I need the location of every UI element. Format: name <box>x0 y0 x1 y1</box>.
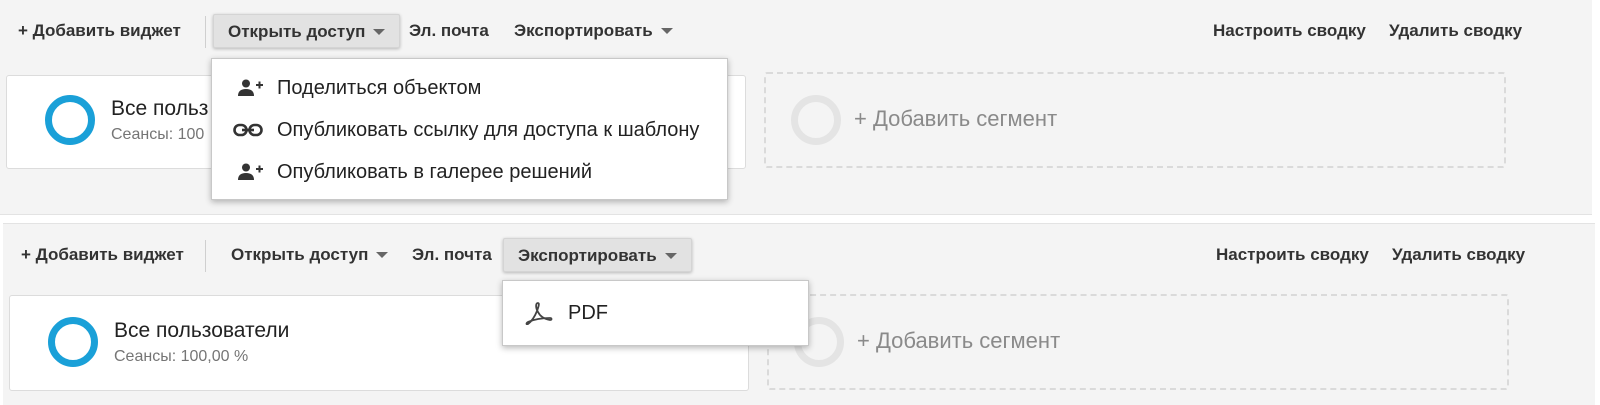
menu-item-label: Поделиться объектом <box>277 77 482 99</box>
email-button[interactable]: Эл. почта <box>398 238 506 272</box>
add-widget-button[interactable]: + Добавить виджет <box>4 14 195 48</box>
add-segment-label: + Добавить сегмент <box>854 106 1058 131</box>
toolbar-divider <box>205 240 206 272</box>
customize-dashboard-button[interactable]: Настроить сводку <box>1202 238 1383 272</box>
share-button[interactable]: Открыть доступ <box>213 14 401 48</box>
export-dropdown-menu: PDF <box>502 280 809 346</box>
person-add-icon <box>238 79 263 96</box>
menu-item-label: PDF <box>568 302 608 324</box>
segment-sessions: Сеансы: 100,00 % <box>114 348 249 365</box>
export-button-label: Экспортировать <box>518 246 657 265</box>
menu-item-label: Опубликовать ссылку для доступа к шаблон… <box>277 119 700 141</box>
export-button[interactable]: Экспортировать <box>500 14 687 48</box>
add-segment-label: + Добавить сегмент <box>857 328 1061 353</box>
segment-name: Все пользователи <box>114 319 290 342</box>
chevron-down-icon <box>664 252 677 259</box>
pdf-icon <box>525 302 553 325</box>
export-button-label: Экспортировать <box>514 21 653 40</box>
segment-placeholder-donut-icon <box>791 95 841 145</box>
share-button[interactable]: Открыть доступ <box>217 238 402 272</box>
link-icon <box>233 123 263 137</box>
segment-donut-icon <box>48 317 98 367</box>
segment-name: Все польз <box>111 97 209 120</box>
segment-sessions: Сеансы: 100 <box>111 126 205 143</box>
share-dropdown-menu: Поделиться объектом Опубликовать ссылку … <box>211 58 728 200</box>
menu-item-share-object[interactable]: Поделиться объектом <box>212 67 727 109</box>
menu-item-publish-gallery[interactable]: Опубликовать в галерее решений <box>212 151 727 193</box>
dashboard-toolbar: + Добавить виджет Открыть доступ Эл. поч… <box>0 0 1592 64</box>
add-segment-box[interactable]: + Добавить сегмент <box>764 72 1506 168</box>
delete-dashboard-button[interactable]: Удалить сводку <box>1375 14 1536 48</box>
menu-item-export-pdf[interactable]: PDF <box>503 292 808 334</box>
customize-dashboard-button[interactable]: Настроить сводку <box>1199 14 1380 48</box>
add-widget-button[interactable]: + Добавить виджет <box>7 238 198 272</box>
toolbar-divider <box>205 16 206 48</box>
chevron-down-icon <box>660 27 673 34</box>
chevron-down-icon <box>376 251 389 258</box>
add-segment-box[interactable]: + Добавить сегмент <box>767 294 1509 390</box>
menu-item-label: Опубликовать в галерее решений <box>277 161 593 183</box>
dashboard-toolbar: + Добавить виджет Открыть доступ Эл. поч… <box>3 224 1595 288</box>
person-add-icon <box>238 163 263 180</box>
segment-donut-icon <box>45 95 95 145</box>
export-button[interactable]: Экспортировать <box>503 238 692 272</box>
delete-dashboard-button[interactable]: Удалить сводку <box>1378 238 1539 272</box>
share-button-label: Открыть доступ <box>228 22 366 41</box>
share-button-label: Открыть доступ <box>231 245 369 264</box>
email-button[interactable]: Эл. почта <box>395 14 503 48</box>
chevron-down-icon <box>373 28 386 35</box>
menu-item-publish-template-link[interactable]: Опубликовать ссылку для доступа к шаблон… <box>212 109 727 151</box>
